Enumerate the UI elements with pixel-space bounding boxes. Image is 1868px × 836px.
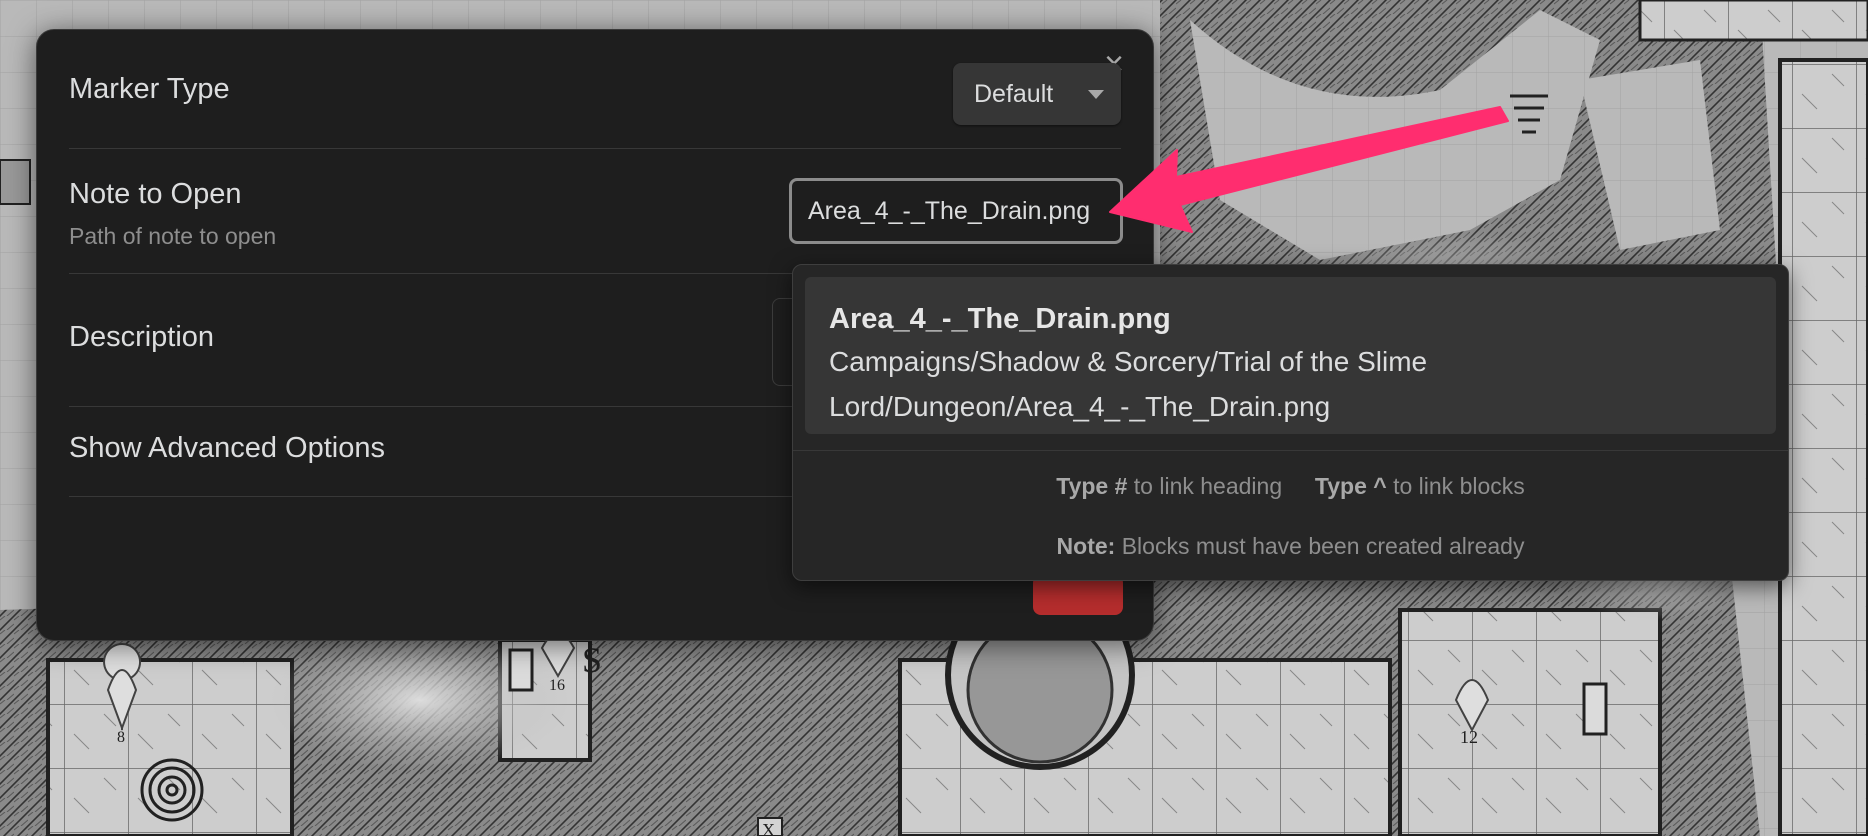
note-to-open-description: Path of note to open [69,223,277,249]
instruction-purpose-heading: to link heading [1133,473,1283,499]
advanced-options-label: Show Advanced Options [69,432,385,464]
instruction-command-note: Note: [1056,533,1116,559]
suggestion-path: Campaigns/Shadow & Sorcery/Trial of the … [829,346,1428,422]
marker-type-dropdown[interactable]: Default [953,63,1121,125]
chevron-down-icon [1088,90,1104,99]
setting-marker-type: Marker Type Default [69,30,1121,149]
suggestion-title: Area_4_-_The_Drain.png [829,303,1171,335]
note-suggestion-popover: Area_4_-_The_Drain.png Campaigns/Shadow … [792,264,1789,581]
note-to-open-label: Note to Open [69,178,242,210]
suggestion-instructions: Type # to link heading Type ^ to link bl… [793,473,1788,500]
save-button[interactable] [1033,575,1123,615]
description-label: Description [69,321,215,353]
instruction-purpose-blocks: to link blocks [1393,473,1525,499]
marker-type-selected: Default [974,80,1054,108]
suggestion-note: Note: Blocks must have been created alre… [793,533,1788,560]
suggestion-divider [793,450,1788,451]
marker-type-label: Marker Type [69,73,230,105]
instruction-command-heading: Type # [1056,473,1128,499]
instruction-command-blocks: Type ^ [1314,473,1387,499]
note-path-input[interactable] [789,178,1123,244]
instruction-purpose-note: Blocks must have been created already [1121,533,1525,559]
suggestion-item[interactable]: Area_4_-_The_Drain.png Campaigns/Shadow … [805,277,1776,434]
